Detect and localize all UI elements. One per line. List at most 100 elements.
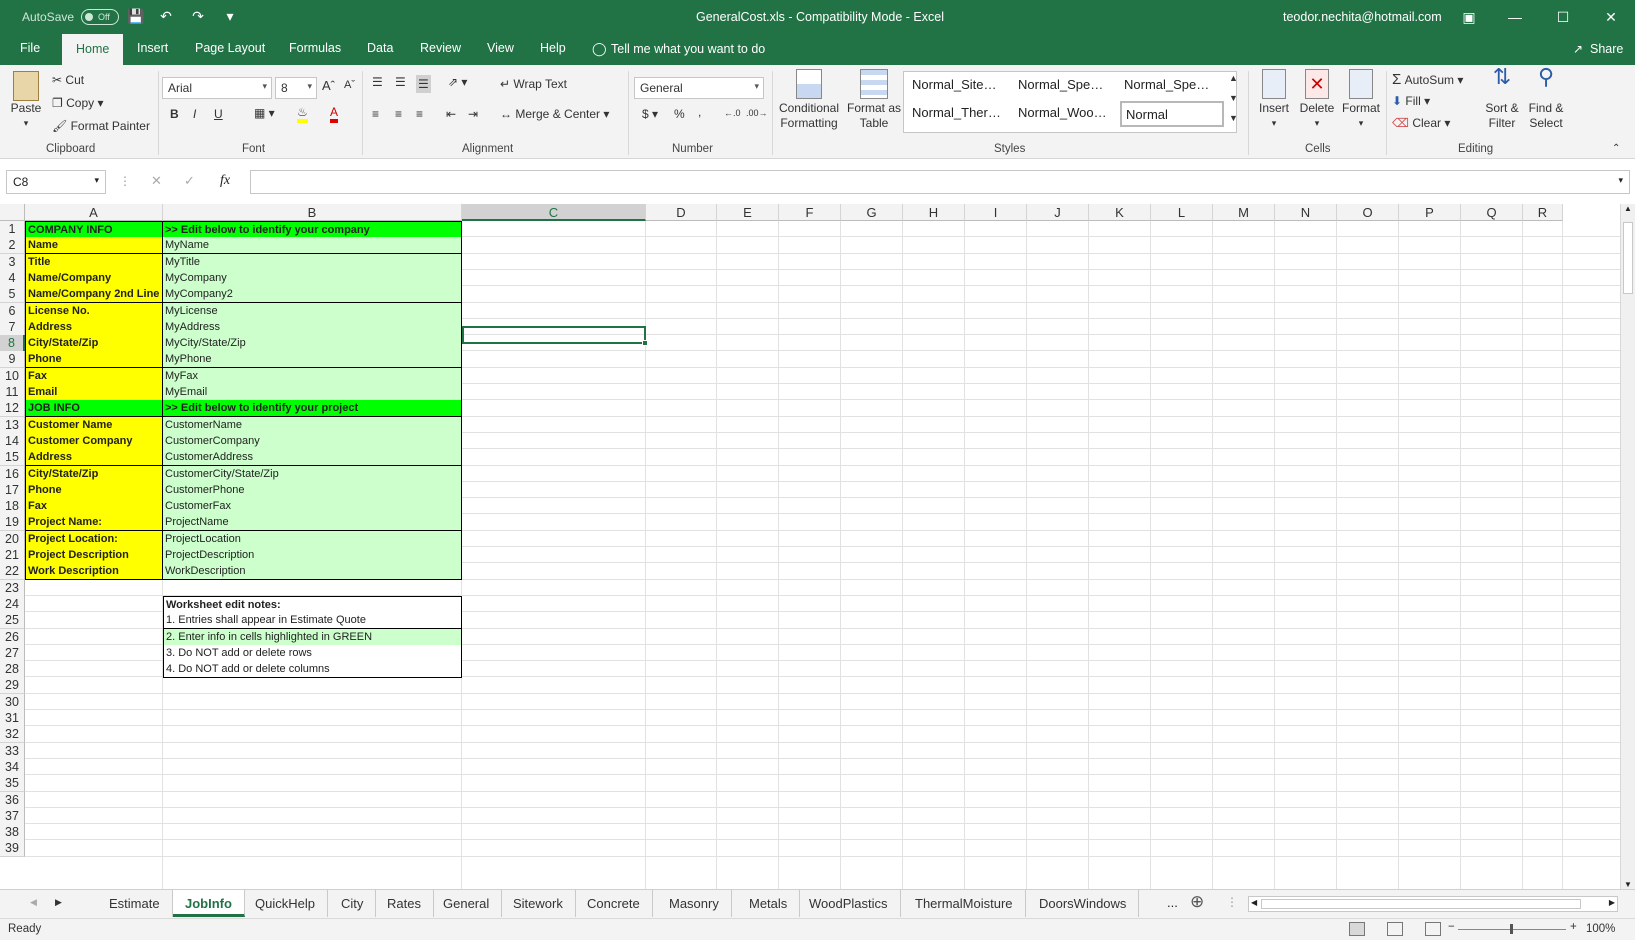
horizontal-scroll-thumb[interactable] — [1261, 899, 1581, 909]
bold-button[interactable]: B — [170, 107, 179, 121]
zoom-in-icon[interactable]: + — [1570, 921, 1577, 933]
row-header[interactable]: 19 — [0, 514, 25, 532]
cell-label[interactable]: Work Description — [25, 563, 163, 581]
insert-cells-button[interactable]: Insert ▾ — [1254, 69, 1294, 131]
decrease-decimal-icon[interactable]: .00→ — [746, 108, 768, 118]
cell-value[interactable]: MyCity/State/Zip — [163, 335, 462, 353]
cell-value[interactable]: MyCompany2 — [163, 286, 462, 304]
zoom-level[interactable]: 100% — [1586, 923, 1615, 935]
font-name-combo[interactable]: Arial ▾ — [162, 77, 272, 99]
row-header[interactable]: 20 — [0, 530, 25, 548]
sheet-tab-city[interactable]: City — [329, 890, 377, 917]
column-header-g[interactable]: G — [841, 204, 903, 221]
column-header-l[interactable]: L — [1151, 204, 1213, 221]
row-header[interactable]: 30 — [0, 693, 25, 711]
row-header[interactable]: 31 — [0, 710, 25, 727]
close-button[interactable]: ✕ — [1588, 4, 1634, 30]
tab-view[interactable]: View — [487, 41, 514, 55]
wrap-text-button[interactable]: ↵ Wrap Text — [500, 77, 567, 91]
cancel-icon[interactable]: ✕ — [151, 173, 162, 189]
name-box[interactable]: C8 ▾ — [6, 170, 106, 194]
autosave-toggle[interactable]: Off — [81, 9, 119, 25]
row-header[interactable]: 29 — [0, 677, 25, 695]
cell-value[interactable]: CustomerFax — [163, 498, 462, 516]
row-header[interactable]: 38 — [0, 824, 25, 842]
copy-button[interactable]: ❐ Copy ▾ — [52, 96, 103, 110]
cell-label[interactable]: License No. — [25, 302, 163, 320]
tab-home[interactable]: Home — [62, 34, 124, 65]
gallery-down-icon[interactable]: ▼ — [1229, 93, 1238, 103]
font-size-combo[interactable]: 8 ▾ — [275, 77, 317, 99]
tab-data[interactable]: Data — [367, 41, 393, 55]
cell-value[interactable]: CustomerPhone — [163, 481, 462, 499]
style-normal-ther[interactable]: Normal_Ther… — [912, 105, 1008, 120]
column-header-f[interactable]: F — [779, 204, 841, 221]
row-header[interactable]: 12 — [0, 400, 25, 418]
gallery-more-icon[interactable]: ▼ — [1229, 113, 1238, 123]
increase-font-icon[interactable]: Aˆ — [322, 78, 335, 93]
cell-value[interactable]: MyCompany — [163, 269, 462, 287]
merge-center-button[interactable]: ↔ Merge & Center ▾ — [500, 107, 609, 121]
cell-value[interactable]: >> Edit below to identify your project — [163, 400, 462, 418]
row-header[interactable]: 39 — [0, 840, 25, 858]
cell-value[interactable]: WorkDescription — [163, 563, 462, 581]
cell-label[interactable]: Name/Company — [25, 269, 163, 287]
orientation-icon[interactable]: ⇗ ▾ — [448, 75, 467, 89]
increase-decimal-icon[interactable]: ←.0 — [724, 108, 741, 118]
cell-value[interactable]: MyAddress — [163, 318, 462, 336]
fill-color-icon[interactable]: ♨ — [297, 105, 308, 123]
redo-icon[interactable]: ↷ — [188, 8, 208, 26]
tab-insert[interactable]: Insert — [137, 41, 168, 55]
fill-button[interactable]: ⬇ Fill ▾ — [1392, 94, 1430, 108]
column-header-p[interactable]: P — [1399, 204, 1461, 221]
cut-button[interactable]: ✂ Cut — [52, 73, 84, 87]
format-as-table-button[interactable]: Format as Table — [846, 69, 902, 131]
align-top-icon[interactable]: ☰ — [372, 75, 383, 89]
font-color-icon[interactable]: A — [330, 105, 339, 123]
row-header[interactable]: 14 — [0, 432, 25, 450]
maximize-button[interactable]: ☐ — [1540, 4, 1586, 30]
tab-page-layout[interactable]: Page Layout — [195, 41, 265, 55]
column-header-i[interactable]: I — [965, 204, 1027, 221]
cell-value[interactable]: MyPhone — [163, 351, 462, 369]
new-sheet-icon[interactable]: ⊕ — [1190, 892, 1204, 912]
sheet-tab-general[interactable]: General — [431, 890, 503, 917]
worksheet-grid[interactable]: ABCDEFGHIJKLMNOPQR 1 2 3 4 5 6 7 8 9 10 11 12 13 14 15… — [0, 204, 1620, 889]
cell-value[interactable]: CustomerCity/State/Zip — [163, 465, 462, 483]
cell-label[interactable]: Project Description — [25, 547, 163, 564]
tab-file[interactable]: File — [20, 41, 40, 55]
cell-label[interactable]: Name/Company 2nd Line — [25, 286, 163, 304]
row-header[interactable]: 8 — [0, 335, 25, 353]
note-item[interactable]: 4. Do NOT add or delete columns — [163, 661, 462, 679]
percent-button[interactable]: % — [674, 107, 685, 121]
scroll-up-icon[interactable]: ▲ — [1624, 204, 1632, 213]
comma-button[interactable]: , — [698, 105, 701, 119]
align-right-icon[interactable]: ≡ — [416, 107, 423, 121]
sheet-tab-rates[interactable]: Rates — [375, 890, 434, 917]
italic-button[interactable]: I — [193, 107, 196, 121]
autosum-button[interactable]: Σ AutoSum ▾ — [1392, 71, 1463, 88]
decrease-font-icon[interactable]: Aˇ — [344, 79, 355, 91]
cell-label[interactable]: Project Name: — [25, 514, 163, 532]
format-painter-button[interactable]: 🖌 Format Painter — [52, 119, 150, 133]
style-normal-site[interactable]: Normal_Site… — [912, 77, 1008, 92]
cell-value[interactable]: MyLicense — [163, 302, 462, 320]
row-header[interactable]: 2 — [0, 237, 25, 255]
sheet-tab-jobinfo[interactable]: JobInfo — [173, 890, 245, 917]
row-header[interactable]: 3 — [0, 253, 25, 271]
column-header-a[interactable]: A — [25, 204, 163, 221]
column-header-h[interactable]: H — [903, 204, 965, 221]
scroll-right-icon[interactable]: ▶ — [1609, 898, 1615, 907]
align-left-icon[interactable]: ≡ — [372, 107, 379, 121]
scroll-down-icon[interactable]: ▼ — [1624, 880, 1632, 889]
page-layout-view-icon[interactable] — [1387, 922, 1403, 936]
formula-input[interactable]: ▾ — [250, 170, 1630, 194]
normal-view-icon[interactable] — [1349, 922, 1365, 936]
column-header-b[interactable]: B — [163, 204, 462, 221]
cell-value[interactable]: MyEmail — [163, 384, 462, 401]
row-header[interactable]: 5 — [0, 286, 25, 304]
style-normal-spe-1[interactable]: Normal_Spe… — [1018, 77, 1114, 92]
currency-button[interactable]: $ ▾ — [642, 107, 658, 121]
tab-review[interactable]: Review — [420, 41, 461, 55]
row-header[interactable]: 36 — [0, 791, 25, 809]
